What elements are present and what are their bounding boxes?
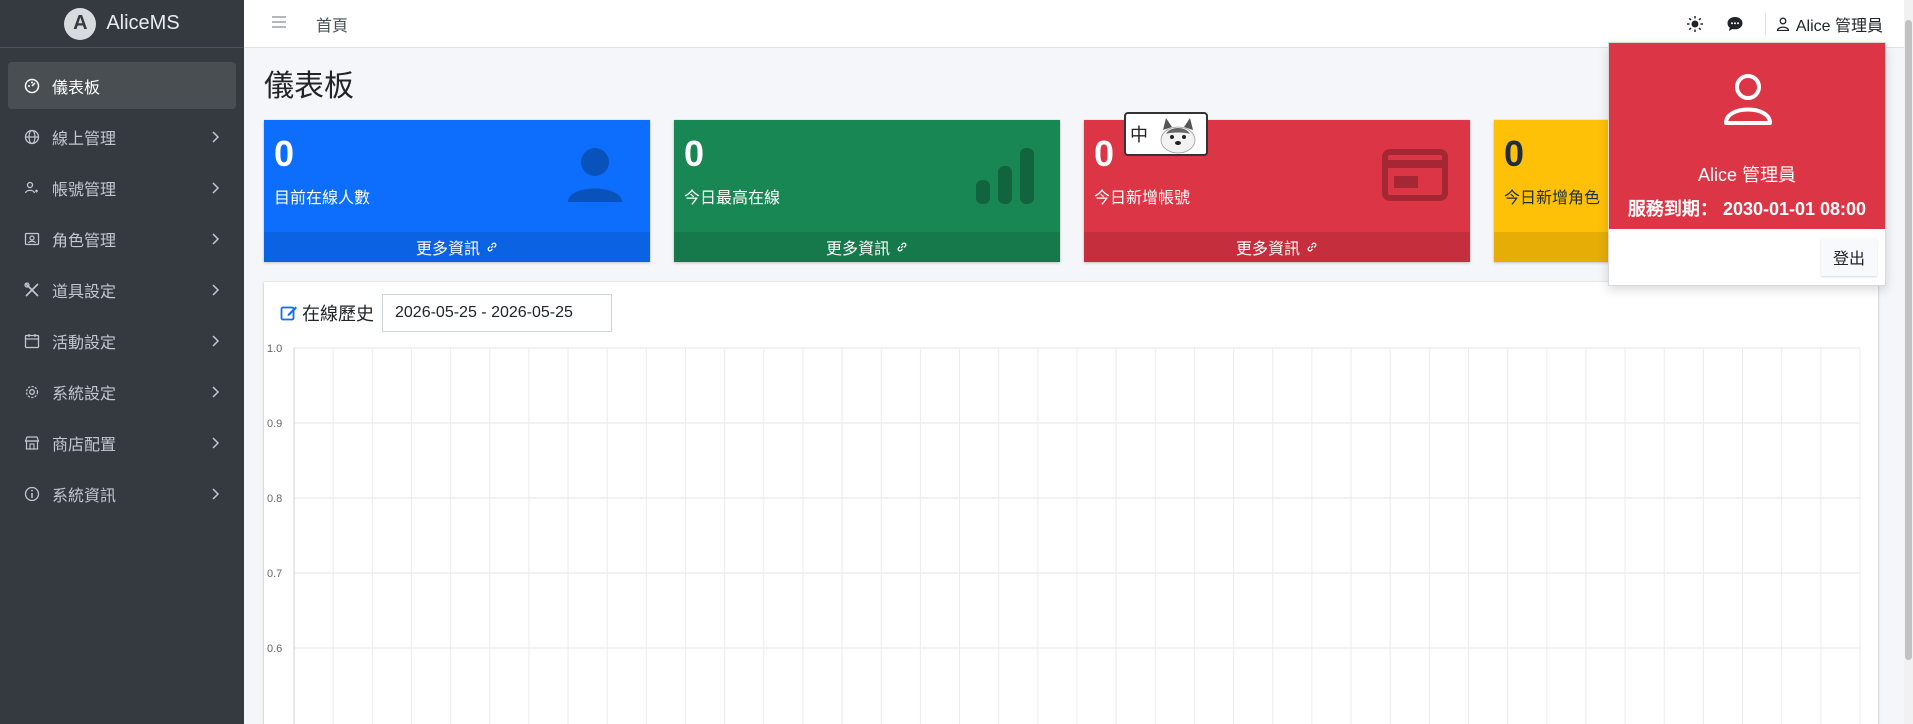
chart-ytick-label: 0.9 [267,418,282,430]
user-icon [568,148,622,202]
more-info-label: 更多資訊 [825,241,890,258]
sidebar-item-label: 儀表板 [52,79,101,97]
more-info-link[interactable]: 更多資訊 [1084,232,1470,262]
sidebar-item-store[interactable]: 商店配置 [8,419,236,466]
sidebar: A AliceMS 儀表板 線上管理 帳號管理 角色管理 道具設定 活動設定 系… [0,0,244,724]
card-title: 在線歷史 [280,300,374,326]
sidebar-item-label: 線上管理 [52,130,117,148]
messages-icon[interactable] [1715,4,1755,44]
ime-label: 中 [1130,125,1148,145]
sidebar-item-system-settings[interactable]: 系統設定 [8,368,236,415]
calendar-icon [22,331,42,351]
online-history-chart: 1.0 0.9 0.8 0.7 0.6 [267,343,1861,724]
sidebar-item-label: 系統資訊 [52,487,117,505]
chevron-right-icon [212,487,220,500]
sidebar-item-label: 活動設定 [52,334,117,352]
link-icon [487,242,497,252]
user-dropdown: Alice 管理員 服務到期： 2030-01-01 08:00 登出 [1608,42,1886,286]
edit-icon [280,306,297,321]
sidebar-item-characters[interactable]: 角色管理 [8,215,236,262]
card-icon [1382,149,1448,201]
brand-name: AliceMS [106,12,180,34]
sidebar-nav: 儀表板 線上管理 帳號管理 角色管理 道具設定 活動設定 系統設定 商店配置 系… [0,48,244,535]
chevron-right-icon [212,181,220,194]
chart-ytick-label: 1.0 [267,343,282,355]
sidebar-item-system-info[interactable]: 系統資訊 [8,470,236,517]
more-info-link[interactable]: 更多資訊 [674,232,1060,262]
page-title: 儀表板 [264,70,354,103]
chevron-right-icon [212,436,220,449]
chart-ytick-label: 0.8 [267,493,282,505]
card-title-text: 在線歷史 [302,304,374,324]
user-dropdown-name: Alice 管理員 [1697,165,1796,185]
user-avatar-icon [1724,74,1772,125]
stat-box-peak-online: 0 今日最高在線 更多資訊 [674,120,1060,262]
chevron-right-icon [212,283,220,296]
menu-toggle-icon[interactable] [272,15,292,33]
sidebar-item-online[interactable]: 線上管理 [8,113,236,160]
husky-mascot-icon [1160,118,1196,154]
more-info-label: 更多資訊 [415,241,480,258]
breadcrumb-home[interactable]: 首頁 [316,12,348,36]
sidebar-item-dashboard[interactable]: 儀表板 [8,62,236,109]
bar-chart-icon [976,148,1034,204]
service-expiry: 服務到期： 2030-01-01 08:00 [1609,195,1885,221]
chart-ytick-label: 0.6 [267,643,282,655]
tools-icon [22,280,42,300]
id-badge-icon [22,229,42,249]
user-dropdown-header: Alice 管理員 服務到期： 2030-01-01 08:00 [1609,43,1885,229]
page-scrollbar[interactable] [1904,0,1913,724]
info-icon [22,484,42,504]
chart-ytick-label: 0.7 [267,568,282,580]
logout-button[interactable]: 登出 [1820,238,1877,276]
sidebar-item-label: 商店配置 [52,436,117,454]
service-expiry-value: 2030-01-01 08:00 [1722,199,1867,219]
more-info-link[interactable]: 更多資訊 [264,232,650,262]
globe-icon [22,127,42,147]
link-icon [897,242,907,252]
topbar-actions: Alice 管理員 [1675,0,1883,48]
sidebar-item-label: 角色管理 [52,232,117,250]
online-history-card: 在線歷史 1.0 0.9 0.8 0.7 0.6 [264,282,1878,724]
chevron-right-icon [212,232,220,245]
scrollbar-thumb[interactable] [1905,20,1912,660]
chevron-right-icon [212,334,220,347]
sidebar-item-label: 系統設定 [52,385,117,403]
card-header: 在線歷史 [280,294,612,332]
user-menu-name: Alice 管理員 [1795,17,1883,35]
sidebar-item-label: 道具設定 [52,283,117,301]
theme-toggle-icon[interactable] [1675,4,1715,44]
users-icon [22,178,42,198]
store-icon [22,433,42,453]
sidebar-item-events[interactable]: 活動設定 [8,317,236,364]
chevron-right-icon [212,130,220,143]
link-icon [1307,242,1317,252]
ime-indicator[interactable]: 中 [1124,112,1208,156]
stat-box-online-now: 0 目前在線人數 更多資訊 [264,120,650,262]
more-info-label: 更多資訊 [1235,241,1300,258]
sidebar-item-label: 帳號管理 [52,181,117,199]
sidebar-item-items[interactable]: 道具設定 [8,266,236,313]
brand-logo: A [64,7,97,40]
user-menu-toggle[interactable]: Alice 管理員 [1776,12,1883,36]
dashboard-icon [22,76,42,96]
brand[interactable]: A AliceMS [0,0,244,48]
gear-icon [22,382,42,402]
topbar: 首頁 Alice 管理員 [244,0,1913,48]
service-expiry-label: 服務到期： [1627,199,1718,219]
sidebar-item-accounts[interactable]: 帳號管理 [8,164,236,211]
topbar-divider [1764,12,1766,35]
user-icon [1776,17,1790,31]
chevron-right-icon [212,385,220,398]
date-range-input[interactable] [382,294,612,332]
